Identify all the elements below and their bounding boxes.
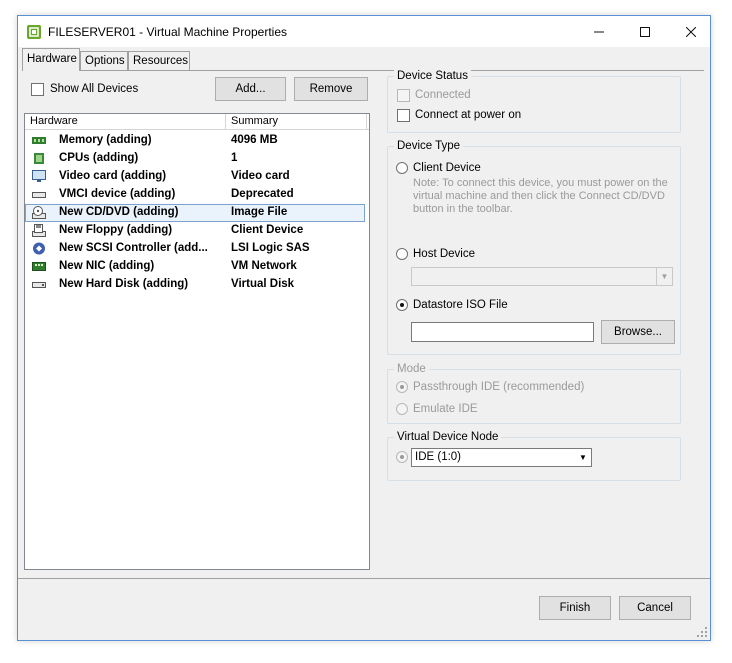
- hardware-name: New SCSI Controller (add...: [59, 242, 208, 254]
- datastore-iso-path-input[interactable]: [411, 322, 594, 342]
- scsi-icon: [33, 242, 45, 255]
- finish-button[interactable]: Finish: [539, 596, 611, 620]
- title-bar: FILESERVER01 - Virtual Machine Propertie…: [18, 16, 710, 47]
- nic-icon: [32, 262, 46, 271]
- datastore-iso-radio[interactable]: [396, 299, 408, 311]
- column-header-summary[interactable]: Summary: [226, 114, 367, 130]
- hardware-name: New Hard Disk (adding): [59, 278, 189, 290]
- resize-grip-icon[interactable]: [696, 626, 708, 638]
- minimize-icon: [594, 31, 604, 32]
- vm-properties-window: FILESERVER01 - Virtual Machine Propertie…: [17, 15, 711, 641]
- passthrough-ide-radio[interactable]: [396, 381, 408, 393]
- maximize-icon: [640, 26, 650, 37]
- hardware-list[interactable]: Hardware Summary Memory (adding) 4096 MB…: [24, 113, 370, 570]
- datastore-iso-label: Datastore ISO File: [413, 299, 508, 311]
- virtual-device-node-radio: [396, 451, 408, 463]
- cpu-icon: [34, 153, 44, 164]
- connect-at-power-on-checkbox[interactable]: [397, 109, 410, 122]
- vsphere-app-icon: [27, 25, 41, 39]
- window-title: FILESERVER01 - Virtual Machine Propertie…: [48, 25, 287, 39]
- device-type-group: Device Type Client Device Note: To conne…: [387, 140, 681, 355]
- connected-label: Connected: [415, 89, 471, 101]
- hardware-name: CPUs (adding): [59, 152, 139, 164]
- footer-divider: [18, 578, 710, 579]
- mode-title: Mode: [394, 363, 429, 375]
- hardware-summary: Virtual Disk: [231, 278, 295, 290]
- add-device-button[interactable]: Add...: [215, 77, 286, 101]
- host-device-radio[interactable]: [396, 248, 408, 260]
- hard-disk-icon: [32, 282, 46, 288]
- hardware-row-hard-disk[interactable]: New Hard Disk (adding) Virtual Disk: [25, 276, 369, 294]
- hardware-summary: VM Network: [231, 260, 297, 272]
- hardware-name: VMCI device (adding): [59, 188, 176, 200]
- tab-divider: [22, 70, 704, 71]
- show-all-devices-label: Show All Devices: [50, 83, 139, 95]
- hardware-summary: Client Device: [231, 224, 304, 236]
- hardware-row-cd-dvd[interactable]: New CD/DVD (adding) Image File: [25, 204, 365, 222]
- client-device-label: Client Device: [413, 162, 481, 174]
- vmci-icon: [32, 192, 46, 198]
- mode-group: Mode Passthrough IDE (recommended) Emula…: [387, 363, 681, 424]
- hardware-name: New NIC (adding): [59, 260, 155, 272]
- floppy-icon: [32, 224, 46, 237]
- close-icon: [686, 26, 696, 37]
- hardware-row-vmci[interactable]: VMCI device (adding) Deprecated: [25, 186, 369, 204]
- tab-resources[interactable]: Resources: [128, 51, 190, 70]
- monitor-icon: [32, 170, 46, 182]
- virtual-device-node-value: IDE (1:0): [415, 451, 462, 463]
- minimize-button[interactable]: [576, 16, 622, 47]
- remove-device-button[interactable]: Remove: [294, 77, 368, 101]
- virtual-device-node-group: Virtual Device Node IDE (1:0) ▼: [387, 431, 681, 481]
- hardware-summary: Video card: [231, 170, 290, 182]
- hardware-row-memory[interactable]: Memory (adding) 4096 MB: [25, 132, 369, 150]
- hardware-summary: 4096 MB: [231, 134, 278, 146]
- device-status-group: Device Status Connected Connect at power…: [387, 70, 681, 133]
- emulate-ide-radio[interactable]: [396, 403, 408, 415]
- cd-dvd-icon: [32, 206, 46, 219]
- device-type-title: Device Type: [394, 140, 464, 152]
- hardware-row-video-card[interactable]: Video card (adding) Video card: [25, 168, 369, 186]
- tab-options[interactable]: Options: [80, 51, 128, 70]
- host-device-select[interactable]: ▼: [411, 267, 673, 286]
- client-device-note: Note: To connect this device, you must p…: [413, 177, 668, 215]
- maximize-button[interactable]: [622, 16, 668, 47]
- host-device-label: Host Device: [413, 248, 475, 260]
- connected-checkbox[interactable]: [397, 89, 410, 102]
- hardware-row-floppy[interactable]: New Floppy (adding) Client Device: [25, 222, 369, 240]
- show-all-devices-checkbox[interactable]: [31, 83, 44, 96]
- hardware-summary: LSI Logic SAS: [231, 242, 310, 254]
- chevron-down-icon: ▼: [579, 453, 587, 462]
- hardware-name: Video card (adding): [59, 170, 167, 182]
- client-device-radio[interactable]: [396, 162, 408, 174]
- hardware-row-nic[interactable]: New NIC (adding) VM Network: [25, 258, 369, 276]
- emulate-ide-label: Emulate IDE: [413, 403, 478, 415]
- tab-hardware[interactable]: Hardware: [22, 48, 80, 71]
- virtual-device-node-title: Virtual Device Node: [394, 431, 502, 443]
- hardware-row-scsi[interactable]: New SCSI Controller (add... LSI Logic SA…: [25, 240, 369, 258]
- connect-at-power-on-label: Connect at power on: [415, 109, 522, 121]
- cancel-button[interactable]: Cancel: [619, 596, 691, 620]
- passthrough-ide-label: Passthrough IDE (recommended): [413, 381, 585, 393]
- hardware-name: Memory (adding): [59, 134, 152, 146]
- virtual-device-node-select[interactable]: IDE (1:0) ▼: [411, 448, 592, 467]
- column-header-hardware[interactable]: Hardware: [25, 114, 226, 130]
- chevron-down-icon: ▼: [656, 268, 672, 285]
- hardware-list-header: Hardware Summary: [25, 114, 369, 130]
- device-status-title: Device Status: [394, 70, 471, 82]
- hardware-name: New CD/DVD (adding): [59, 206, 179, 218]
- close-button[interactable]: [668, 16, 714, 47]
- hardware-summary: 1: [231, 152, 238, 164]
- hardware-row-cpus[interactable]: CPUs (adding) 1: [25, 150, 369, 168]
- hardware-name: New Floppy (adding): [59, 224, 173, 236]
- memory-icon: [32, 137, 46, 144]
- hardware-summary: Deprecated: [231, 188, 294, 200]
- browse-button[interactable]: Browse...: [601, 320, 675, 344]
- hardware-summary: Image File: [231, 206, 288, 218]
